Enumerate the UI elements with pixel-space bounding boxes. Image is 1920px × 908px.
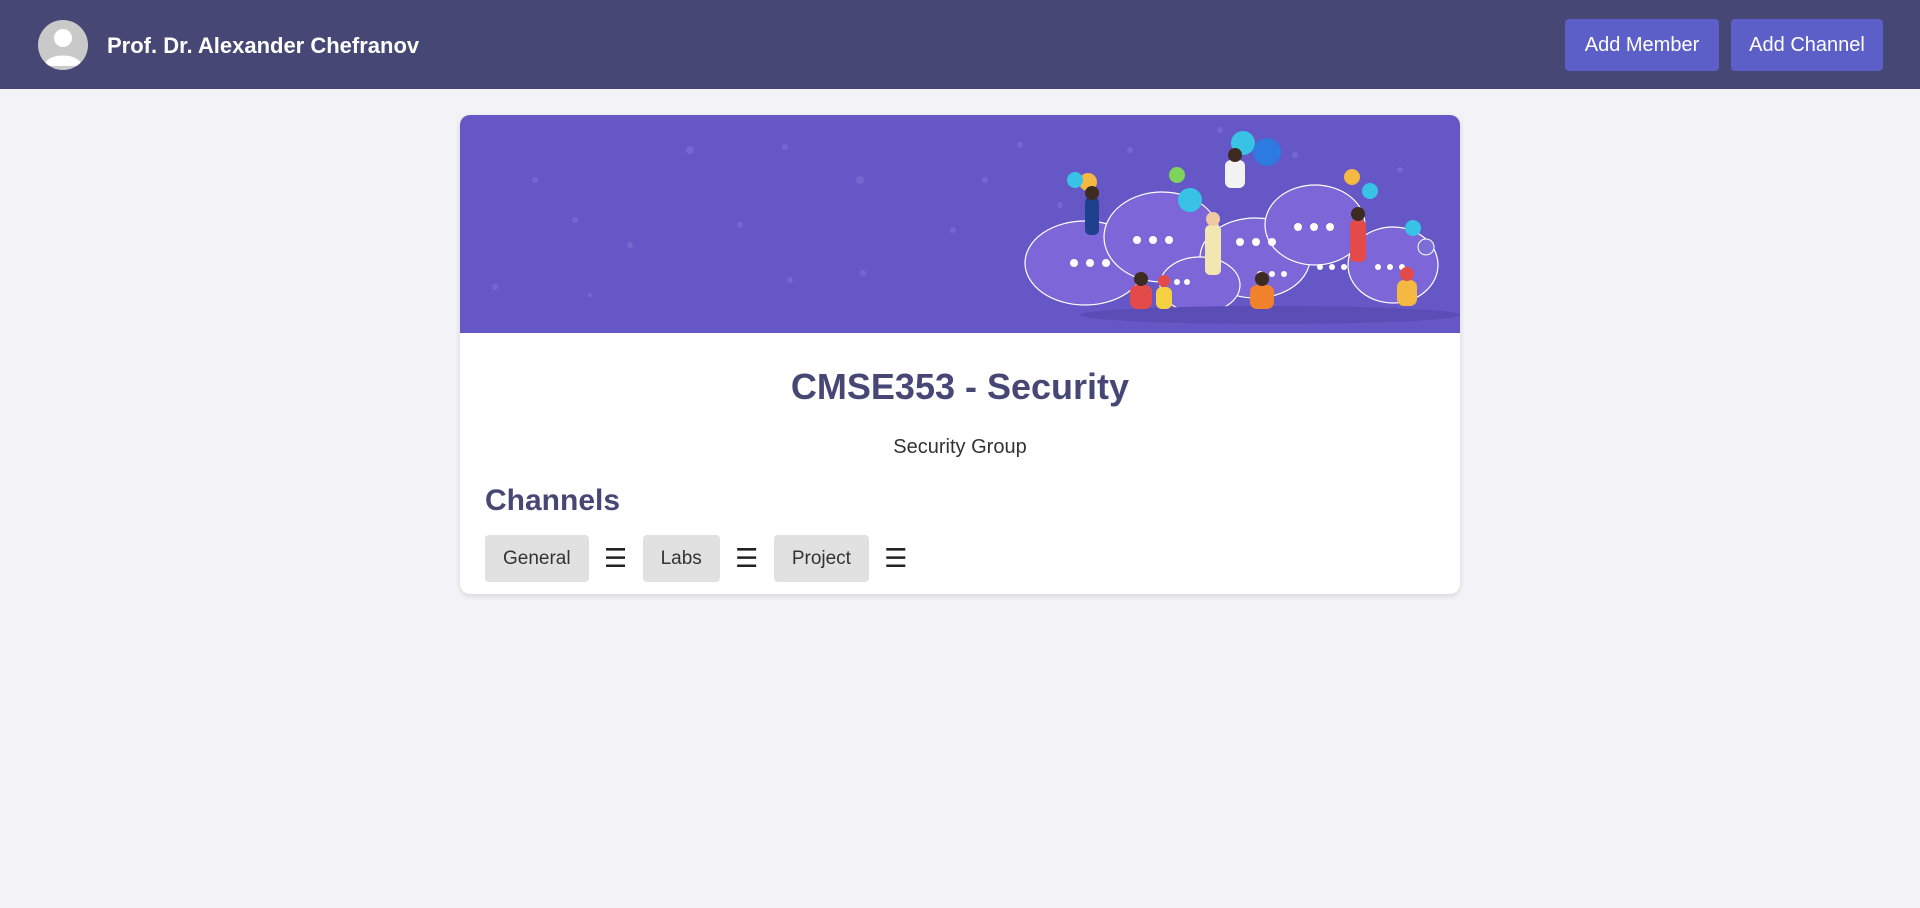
channel-list: General ☰ Labs ☰ Project ☰: [485, 535, 923, 582]
team-title: CMSE353 - Security: [790, 366, 1130, 407]
user-name: Prof. Dr. Alexander Chefranov: [107, 33, 420, 58]
top-bar: Prof. Dr. Alexander Chefranov Add Member…: [0, 0, 1920, 89]
channel-labs[interactable]: Labs: [642, 535, 720, 582]
channel-project-menu-icon[interactable]: ☰: [869, 535, 923, 582]
channel-general[interactable]: General: [485, 535, 589, 582]
channel-labs-menu-icon[interactable]: ☰: [720, 535, 774, 582]
group-chat-illustration: [492, 127, 1460, 324]
add-member-button[interactable]: Add Member: [1565, 19, 1719, 71]
team-description: Security Group: [893, 436, 1027, 458]
channel-general-menu-icon[interactable]: ☰: [589, 535, 643, 582]
team-banner: [460, 115, 1460, 333]
add-channel-button[interactable]: Add Channel: [1731, 19, 1883, 71]
user-avatar-icon[interactable]: [38, 20, 88, 70]
team-card: CMSE353 - Security Security Group Channe…: [460, 115, 1460, 594]
channels-heading: Channels: [485, 484, 621, 517]
channel-project[interactable]: Project: [773, 535, 869, 582]
